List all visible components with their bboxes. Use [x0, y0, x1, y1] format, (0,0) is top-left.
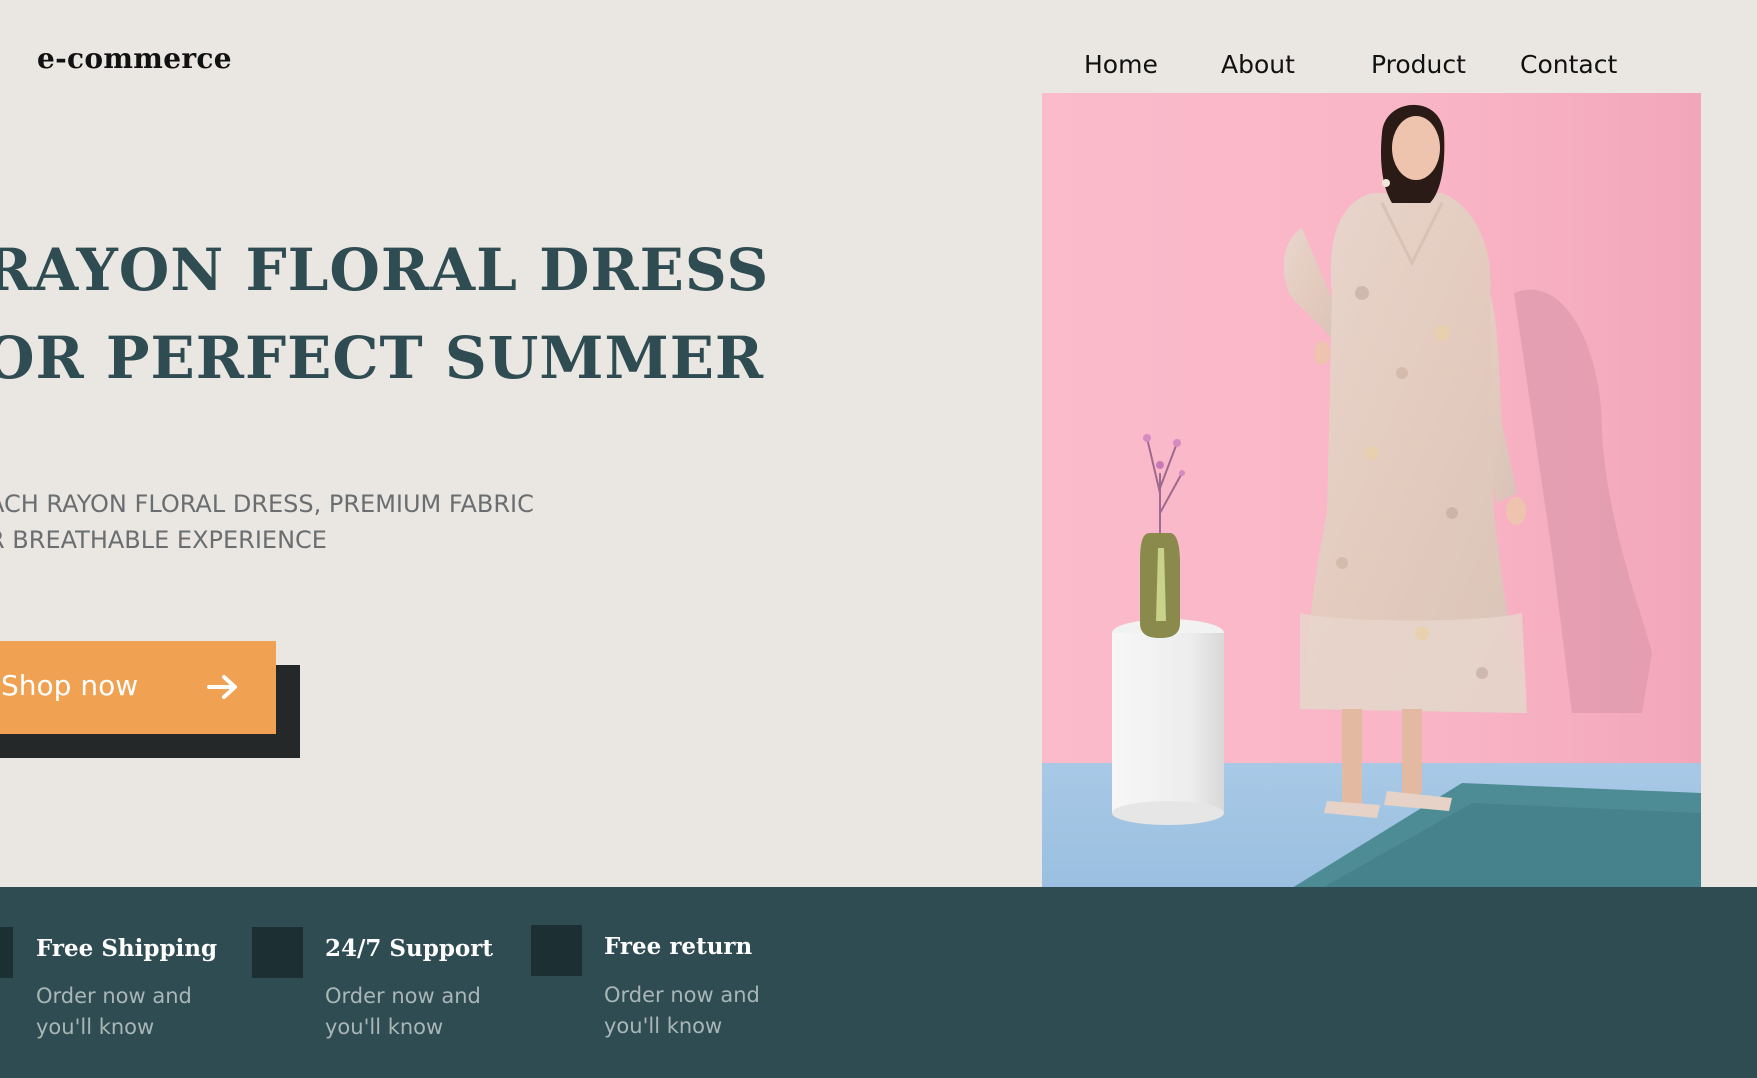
nav-home[interactable]: Home	[1084, 50, 1158, 79]
hero-title: RAYON FLORAL DRESS OR PERFECT SUMMER	[0, 226, 769, 402]
features-band: Free Shipping Order now and you'll know …	[0, 887, 1757, 1078]
feature-text-line: you'll know	[36, 1015, 155, 1039]
nav-about[interactable]: About	[1221, 50, 1295, 79]
hero-product-image	[1042, 93, 1701, 888]
feature-text: Order now and you'll know	[325, 981, 481, 1043]
feature-text: Order now and you'll know	[604, 980, 760, 1042]
hero-subtitle-line: ACH RAYON FLORAL DRESS, PREMIUM FABRIC	[0, 490, 534, 518]
return-icon	[531, 925, 582, 976]
nav-contact[interactable]: Contact	[1520, 50, 1617, 79]
hero-subtitle-line: R BREATHABLE EXPERIENCE	[0, 526, 327, 554]
nav-product[interactable]: Product	[1371, 50, 1466, 79]
feature-support: 24/7 Support Order now and you'll know	[252, 887, 522, 1078]
feature-text-line: Order now and	[36, 984, 192, 1008]
support-icon	[252, 927, 303, 978]
shipping-icon	[0, 927, 13, 978]
feature-title: Free return	[604, 933, 753, 960]
feature-free-shipping: Free Shipping Order now and you'll know	[0, 887, 260, 1078]
shop-now-button[interactable]: Shop now	[0, 641, 276, 734]
feature-title: 24/7 Support	[325, 935, 493, 962]
main-nav: Home About Product Contact	[0, 50, 1757, 90]
feature-text-line: you'll know	[604, 1014, 723, 1038]
shop-now-label: Shop now	[1, 669, 139, 702]
feature-text-line: you'll know	[325, 1015, 444, 1039]
hero-title-line: RAYON FLORAL DRESS	[0, 236, 770, 304]
feature-free-return: Free return Order now and you'll know	[531, 887, 811, 1078]
feature-text-line: Order now and	[604, 983, 760, 1007]
hero-subtitle: ACH RAYON FLORAL DRESS, PREMIUM FABRIC R…	[0, 486, 534, 558]
arrow-right-icon	[207, 675, 237, 699]
hero-title-line: OR PERFECT SUMMER	[0, 324, 765, 392]
feature-title: Free Shipping	[36, 935, 218, 962]
feature-text: Order now and you'll know	[36, 981, 192, 1043]
feature-text-line: Order now and	[325, 984, 481, 1008]
